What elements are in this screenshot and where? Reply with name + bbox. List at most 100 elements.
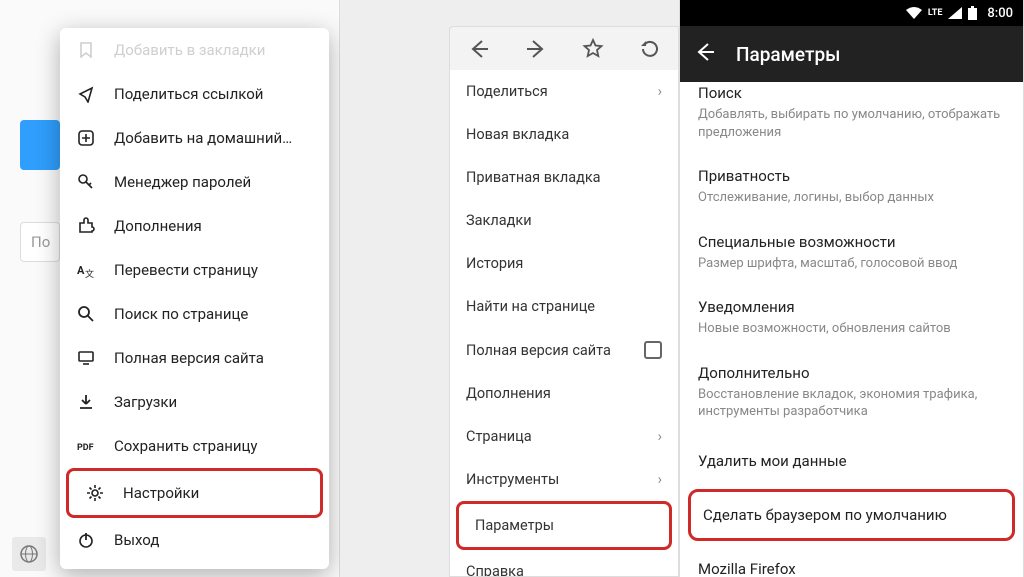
menu-item-label: Приватная вкладка [466,169,601,186]
setting-item[interactable]: Приватность Отслеживание, логины, выбор д… [680,155,1023,221]
menu-item-label: Поиск по странице [114,305,313,323]
setting-item[interactable]: Сделать браузером по умолчанию [688,489,1015,541]
setting-item[interactable]: Специальные возможности Размер шрифта, ма… [680,221,1023,287]
wifi-icon [906,7,922,19]
menu-item-translate[interactable]: A文 Перевести страницу [60,248,329,292]
settings-list: Поиск Добавлять, выбирать по умолчанию, о… [680,82,1023,577]
setting-subtitle: Размер шрифта, масштаб, голосовой ввод [698,255,1005,273]
setting-subtitle: Отслеживание, логины, выбор данных [698,189,1005,207]
back-button[interactable] [457,27,501,71]
arrow-left-icon [694,41,716,63]
setting-subtitle: Восстановление вкладок, экономия трафика… [698,386,1005,421]
menu-item-desktop[interactable]: Полная версия сайта [60,336,329,380]
reload-icon [639,38,661,60]
menu-item[interactable]: История [450,242,678,285]
network-lte-label: LTE [928,9,943,18]
setting-subtitle: Новые возможности, обновления сайтов [698,320,1005,338]
gear-icon [85,483,105,503]
menu-item-download[interactable]: Загрузки [60,380,329,424]
setting-item[interactable]: УведомленияНовые возможности, обновления… [680,286,1023,352]
menu-item-search[interactable]: Поиск по странице [60,292,329,336]
search-field-background: По [20,222,60,262]
menu-item-label: Закладки [466,212,532,229]
menu-item-label: Поделиться [466,83,548,100]
settings-header: Параметры [680,26,1023,82]
menu-item[interactable]: Новая вкладка [450,113,678,156]
svg-text:A: A [77,264,85,277]
menu-item-label: Сохранить страницу [114,437,313,455]
menu-item-label: Справка [466,563,524,577]
menu-item-label: Полная версия сайта [114,349,313,367]
checkbox[interactable] [644,341,662,359]
translate-icon: A文 [76,260,96,280]
setting-title: Специальные возможности [698,233,1005,251]
back-button[interactable] [694,41,716,67]
setting-title: Сделать браузером по умолчанию [703,506,1000,524]
setting-title: Приватность [698,167,1005,185]
star-icon [582,38,604,60]
bookmark-button[interactable] [571,27,615,71]
menu-item-power[interactable]: Выход [60,518,329,562]
phone-screenshot-1: LTE 8:00 По Добавить в закладки Поделить… [0,0,340,577]
menu-item-label: Дополнения [114,217,313,235]
menu-item-label: Добавить в закладки [114,41,313,59]
menu-item[interactable]: Найти на странице [450,285,678,328]
chevron-right-icon: › [658,428,662,445]
menu-item-label: Поделиться ссылкой [114,85,313,103]
menu-item-label: Страница [466,428,532,445]
menu-item-puzzle[interactable]: Дополнения [60,204,329,248]
browser-toolbar [449,26,679,70]
setting-item[interactable]: Дополнительно Восстановление вкладок, эко… [680,352,1023,435]
menu-item[interactable]: Поделиться › [450,70,678,113]
setting-title: Mozilla Firefox [698,560,1005,577]
arrow-left-icon [468,38,490,60]
menu-item-ghost: Добавить в закладки [60,28,329,72]
setting-item[interactable]: Mozilla Firefox [680,543,1023,577]
setting-item[interactable]: Поиск Добавлять, выбирать по умолчанию, о… [680,82,1023,155]
setting-subtitle: Добавлять, выбирать по умолчанию, отобра… [698,106,1005,141]
home-add-icon [76,128,96,148]
setting-item[interactable]: Удалить мои данные [680,435,1023,487]
setting-title: Удалить мои данные [698,452,1005,470]
setting-title: Дополнительно [698,364,1005,382]
share-icon [76,84,96,104]
menu-item[interactable]: Закладки [450,199,678,242]
menu-item-gear[interactable]: Настройки [66,468,323,518]
svg-text:文: 文 [85,268,94,279]
menu-item[interactable]: Инструменты› [450,458,678,501]
menu-item-share[interactable]: Поделиться ссылкой [60,72,329,116]
phone-screenshot-3: LTE 8:00 Параметры Поиск Добавлять, выбир… [680,0,1024,577]
clock-label: 8:00 [987,6,1013,21]
menu-item[interactable]: Полная версия сайта [450,328,678,372]
menu-item-key[interactable]: Менеджер паролей [60,160,329,204]
reload-button[interactable] [628,27,672,71]
menu-item-home-add[interactable]: Добавить на домашний… [60,116,329,160]
download-icon [76,392,96,412]
browser-menu: Поделиться › Новая вкладка Приватная вкладк… [449,70,679,577]
menu-item[interactable]: Страница › [450,415,678,458]
menu-item-label: Новая вкладка [466,126,569,143]
desktop-icon [76,348,96,368]
key-icon [76,172,96,192]
battery-icon [968,6,977,20]
menu-item[interactable]: Дополнения [450,372,678,415]
forward-button[interactable] [514,27,558,71]
overflow-menu: Добавить в закладки Поделиться ссылкой Д… [60,28,329,569]
menu-item-label: Параметры [475,517,554,534]
globe-icon [20,545,38,563]
menu-item-label: Добавить на домашний… [114,129,313,147]
puzzle-icon [76,216,96,236]
menu-item[interactable]: Параметры [456,501,672,550]
status-bar: LTE 8:00 [680,0,1023,26]
menu-item-label: Найти на странице [466,298,595,315]
menu-item-label: Полная версия сайта [466,342,611,359]
globe-button [12,537,46,571]
tile-selected [20,120,60,170]
bookmark-icon [76,40,96,60]
menu-item-pdf[interactable]: PDF Сохранить страницу [60,424,329,468]
menu-item[interactable]: Приватная вкладка [450,156,678,199]
menu-item[interactable]: Справка [450,550,678,577]
setting-title: Поиск [698,84,1005,102]
menu-item-label: Настройки [123,484,304,502]
chevron-right-icon: › [658,83,662,100]
